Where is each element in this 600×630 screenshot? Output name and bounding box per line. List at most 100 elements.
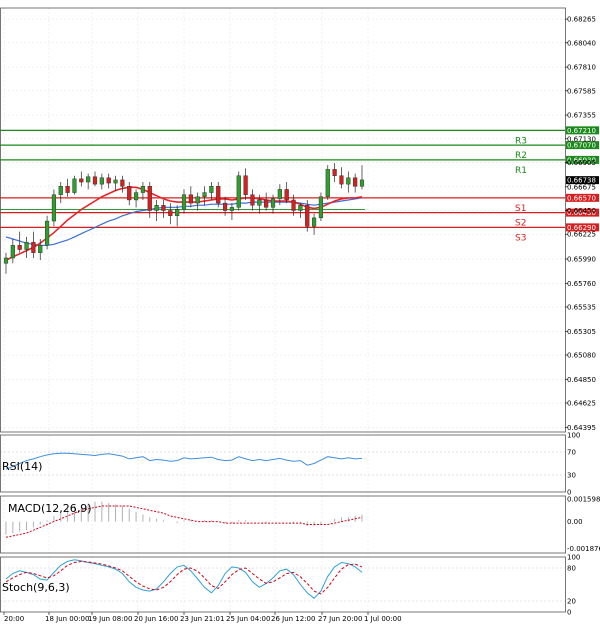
price-tick-15: 0.64850	[567, 376, 596, 384]
price-tick-10: 0.65990	[567, 256, 596, 264]
price-tick-13: 0.65305	[567, 328, 596, 336]
candle-body-20	[141, 186, 145, 192]
candle-body-10	[73, 179, 77, 193]
rsi-tick-0: 100	[567, 432, 580, 440]
candle-body-38	[264, 200, 268, 207]
candle-body-7	[52, 195, 56, 221]
candle-body-32	[223, 203, 227, 210]
candle-body-8	[59, 186, 63, 194]
level-value-R3: 0.67210	[567, 127, 596, 135]
candle-body-48	[333, 169, 337, 175]
candle-body-11	[79, 179, 83, 182]
price-tick-3: 0.67585	[567, 87, 596, 95]
x-tick-7: 27 Jun 20:00	[318, 615, 362, 623]
candle-body-35	[244, 176, 248, 195]
price-tick-6: 0.66905	[567, 159, 596, 167]
grid	[0, 8, 565, 612]
candle-body-5	[38, 245, 42, 252]
candle-body-25	[175, 209, 179, 215]
x-tick-0: 20:00	[4, 615, 24, 623]
price-tick-7: 0.66675	[567, 183, 596, 191]
rsi-tick-1: 70	[567, 449, 576, 457]
price-tick-12: 0.65535	[567, 304, 596, 312]
candle-body-47	[326, 169, 330, 196]
candle-body-22	[155, 205, 159, 210]
price-tick-16: 0.64625	[567, 399, 596, 407]
panel-frame-1	[1, 435, 566, 492]
candle-body-27	[189, 195, 193, 203]
candle-body-51	[353, 178, 357, 186]
candle-body-12	[86, 177, 90, 182]
price-tick-5: 0.67130	[567, 135, 596, 143]
candle-body-36	[251, 195, 255, 206]
price-tick-9: 0.66225	[567, 231, 596, 239]
x-tick-4: 23 Jun 21:01	[180, 615, 224, 623]
candle-body-44	[305, 205, 309, 226]
candle-body-2	[18, 245, 22, 249]
level-value-S1: 0.66570	[567, 194, 596, 202]
candle-body-28	[196, 197, 200, 203]
stoch-tick-0: 100	[567, 554, 580, 562]
candle-body-24	[168, 211, 172, 216]
panel-frame-0	[1, 8, 566, 432]
price-tick-1: 0.68040	[567, 39, 596, 47]
level-label-R1: R1	[515, 166, 527, 176]
forex-chart: 0.67210R30.67070R20.66930R10.66570S10.66…	[0, 0, 600, 626]
price-tick-14: 0.65080	[567, 352, 596, 360]
candle-body-31	[216, 186, 220, 203]
candle-body-21	[148, 186, 152, 210]
candle-body-26	[182, 195, 186, 210]
candle-body-46	[319, 197, 323, 218]
candle-body-14	[100, 178, 104, 184]
candle-body-19	[134, 193, 138, 200]
candle-body-33	[230, 207, 234, 210]
candle-body-13	[93, 177, 97, 184]
price-tick-0: 0.68265	[567, 16, 596, 24]
candle-body-30	[210, 186, 214, 192]
candle-body-50	[346, 178, 350, 184]
candle-body-52	[360, 180, 364, 186]
candle-body-3	[25, 242, 29, 249]
candle-body-29	[203, 193, 207, 197]
candle-body-0	[4, 258, 8, 263]
macd-tick-1: 0.00	[567, 518, 583, 526]
rsi-title: RSI(14)	[2, 460, 42, 473]
x-tick-6: 26 Jun 12:00	[271, 615, 315, 623]
x-tick-2: 19 Jun 08:00	[88, 615, 132, 623]
x-tick-5: 25 Jun 04:00	[226, 615, 270, 623]
macd-title: MACD(12,26,9)	[8, 502, 92, 515]
x-tick-1: 18 Jun 00:00	[45, 615, 89, 623]
candle-body-41	[285, 189, 289, 200]
panel-frame-3	[1, 557, 566, 612]
level-label-S3: S3	[515, 233, 526, 243]
candle-body-9	[66, 186, 70, 192]
macd-tick-0: 0.001598	[567, 495, 600, 503]
rsi-tick-2: 30	[567, 471, 576, 479]
candle-body-4	[32, 242, 36, 253]
candle-body-23	[162, 205, 166, 210]
candle-body-17	[121, 180, 125, 186]
candle-body-43	[299, 205, 303, 210]
candle-body-49	[340, 176, 344, 184]
candle-body-40	[278, 189, 282, 198]
candle-body-6	[45, 221, 49, 245]
candle-body-18	[127, 186, 131, 200]
candle-body-15	[107, 178, 111, 183]
stoch-tick-3: 0	[567, 609, 571, 617]
price-tick-8: 0.66450	[567, 207, 596, 215]
x-tick-8: 1 Jul 00:00	[364, 615, 402, 623]
candle-body-37	[257, 200, 261, 205]
candle-body-39	[271, 199, 275, 207]
candle-body-1	[11, 245, 15, 258]
stoch-tick-1: 80	[567, 565, 576, 573]
candle-body-34	[237, 176, 241, 208]
stoch-tick-2: 20	[567, 598, 576, 606]
pivot-levels: 0.67210R30.67070R20.66930R10.66570S10.66…	[0, 126, 599, 243]
price-tick-4: 0.67355	[567, 112, 596, 120]
macd-tick-2: -0.001876	[567, 545, 600, 553]
candle-body-42	[292, 200, 296, 211]
price-tick-11: 0.65760	[567, 280, 596, 288]
price-tick-2: 0.67810	[567, 64, 596, 72]
chart-svg: 0.67210R30.67070R20.66930R10.66570S10.66…	[0, 0, 600, 626]
axes: 0.68265 0.68040 0.67810 0.67585 0.67355 0.671…	[1, 8, 600, 623]
